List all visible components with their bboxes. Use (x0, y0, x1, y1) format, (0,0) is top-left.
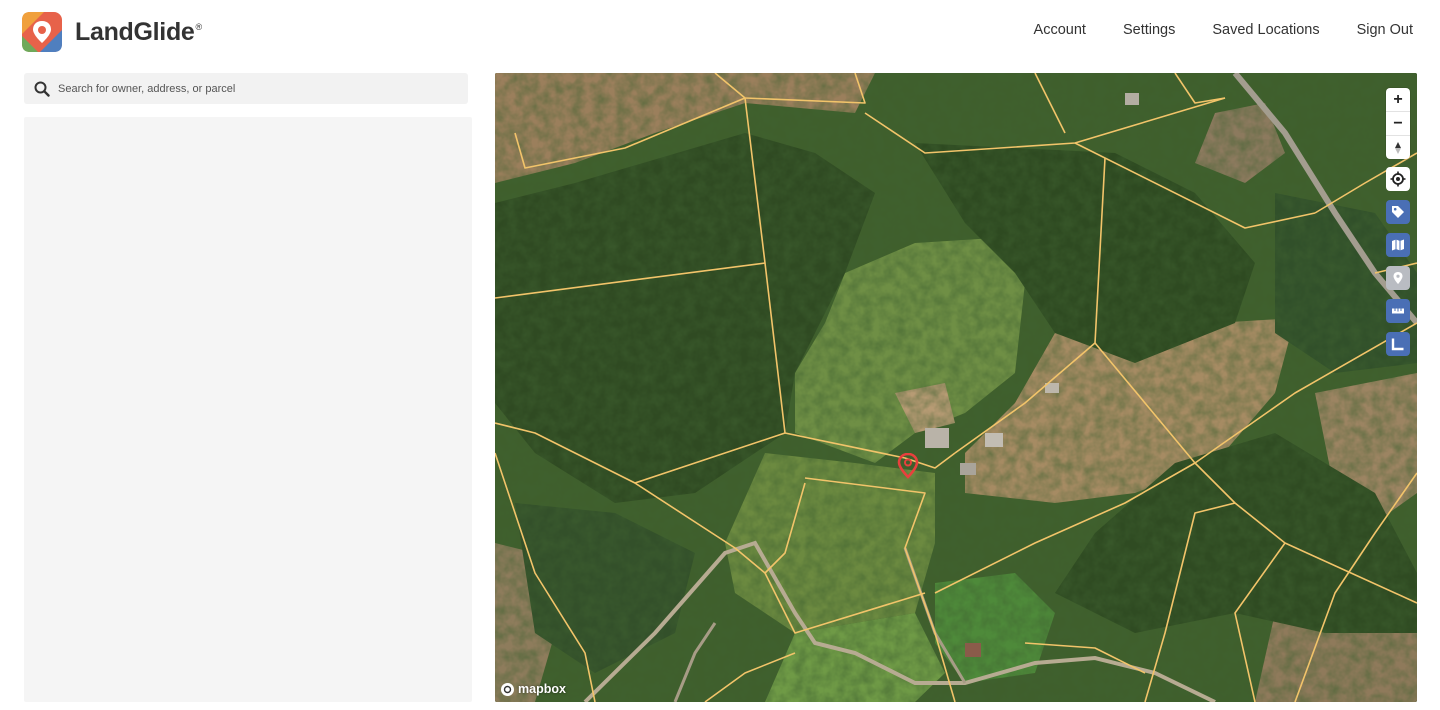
compass-button[interactable] (1386, 136, 1410, 159)
map-view[interactable]: + − mapbox (495, 73, 1417, 702)
mapbox-logo-icon (501, 682, 514, 696)
mapbox-attribution[interactable]: mapbox (501, 682, 566, 696)
measure-distance-button[interactable] (1386, 299, 1410, 323)
nav-sign-out-link[interactable]: Sign Out (1357, 22, 1413, 38)
top-nav: Account Settings Saved Locations Sign Ou… (1034, 22, 1413, 38)
zoom-out-button[interactable]: − (1386, 112, 1410, 136)
locate-me-button[interactable] (1386, 167, 1410, 191)
results-panel (24, 117, 472, 702)
app-header: LandGlide® Account Settings Saved Locati… (0, 0, 1440, 62)
parcel-labels-button[interactable] (1386, 200, 1410, 224)
search-input[interactable] (56, 81, 440, 96)
landglide-logo-icon (22, 12, 62, 52)
compass-icon (1395, 141, 1401, 154)
ruler-icon (1392, 308, 1404, 314)
nav-settings-link[interactable]: Settings (1123, 22, 1175, 38)
map-layers-icon (1392, 239, 1404, 251)
area-measure-icon (1391, 338, 1404, 351)
locate-icon (1390, 171, 1406, 187)
nav-saved-locations-link[interactable]: Saved Locations (1212, 22, 1319, 38)
search-bar[interactable] (24, 73, 468, 104)
map-controls: + − (1386, 88, 1410, 356)
measure-area-button[interactable] (1386, 332, 1410, 356)
zoom-in-button[interactable]: + (1386, 88, 1410, 112)
mapbox-attribution-text: mapbox (518, 682, 566, 696)
nav-account-link[interactable]: Account (1034, 22, 1086, 38)
satellite-imagery (495, 73, 1417, 702)
zoom-control-group: + − (1386, 88, 1410, 159)
logo-wordmark: LandGlide® (75, 17, 202, 46)
logo[interactable]: LandGlide® (22, 12, 202, 52)
location-marker-icon[interactable] (897, 453, 919, 479)
search-icon (34, 81, 50, 97)
map-layers-button[interactable] (1386, 233, 1410, 257)
tag-icon (1392, 206, 1404, 218)
pin-icon (1393, 272, 1403, 284)
drop-pin-button[interactable] (1386, 266, 1410, 290)
